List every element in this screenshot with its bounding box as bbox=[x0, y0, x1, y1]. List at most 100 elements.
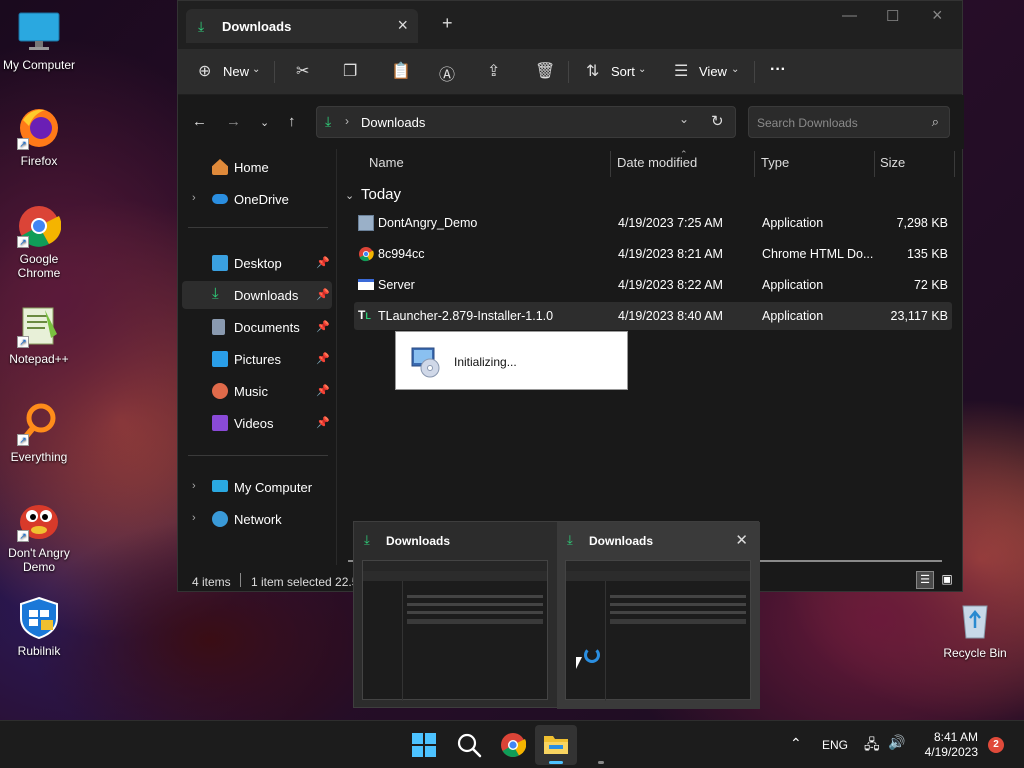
clock-date: 4/19/2023 bbox=[924, 745, 978, 759]
taskbar: ⌃ ENG 🖧 🔊 8:41 AM 4/19/2023 2 bbox=[0, 720, 1024, 768]
language-indicator[interactable]: ENG bbox=[822, 738, 848, 752]
folder-icon bbox=[544, 736, 568, 754]
rename-icon[interactable]: Ⓐ bbox=[439, 61, 455, 85]
chrome-icon[interactable] bbox=[500, 732, 527, 758]
pin-icon[interactable]: 📌 bbox=[316, 320, 330, 333]
desktop-icon-my-computer[interactable]: My Computer bbox=[0, 10, 78, 72]
column-header-name[interactable]: Name bbox=[369, 155, 404, 170]
thumbnail-window-2[interactable]: ⤓ Downloads ✕ bbox=[557, 522, 760, 709]
address-bar[interactable]: ⤓ › Downloads ⌄ ↻ bbox=[316, 106, 736, 138]
close-window-icon[interactable]: × bbox=[932, 5, 943, 26]
tiles-view-icon[interactable]: ▣ bbox=[938, 571, 956, 589]
column-divider[interactable] bbox=[754, 151, 755, 177]
breadcrumb-downloads[interactable]: Downloads bbox=[361, 115, 425, 130]
column-header-size[interactable]: Size bbox=[880, 155, 905, 170]
column-divider[interactable] bbox=[874, 151, 875, 177]
sort-icon[interactable]: ⇅ bbox=[586, 61, 599, 81]
sidebar-item-downloads[interactable]: ⤓ Downloads 📌 bbox=[182, 281, 332, 309]
details-view-icon[interactable]: ☰ bbox=[916, 571, 934, 589]
group-header-today[interactable]: Today bbox=[361, 186, 401, 203]
view-button[interactable]: View bbox=[699, 64, 727, 79]
chevron-down-icon: ⌄ bbox=[252, 64, 261, 75]
pin-icon[interactable]: 📌 bbox=[316, 416, 330, 429]
file-row[interactable]: Server 4/19/2023 8:22 AM Application 72 … bbox=[354, 271, 952, 299]
more-options-button[interactable]: ··· bbox=[770, 61, 786, 79]
column-divider[interactable] bbox=[954, 151, 955, 177]
column-header-date[interactable]: Date modified bbox=[617, 155, 697, 170]
desktop-icon-recycle-bin[interactable]: Recycle Bin bbox=[936, 598, 1014, 660]
show-hidden-icons-icon[interactable]: ⌃ bbox=[790, 735, 802, 752]
refresh-icon[interactable]: ↻ bbox=[711, 112, 724, 130]
paste-icon[interactable]: 📋 bbox=[391, 61, 411, 81]
column-header-type[interactable]: Type bbox=[761, 155, 789, 170]
pin-icon[interactable]: 📌 bbox=[316, 288, 330, 301]
forward-arrow-icon[interactable]: → bbox=[226, 113, 241, 130]
up-arrow-icon[interactable]: ↑ bbox=[288, 113, 296, 130]
maximize-icon[interactable]: ☐ bbox=[886, 7, 899, 25]
new-tab-button[interactable]: + bbox=[442, 13, 453, 34]
desktop-icon-label: My Computer bbox=[2, 58, 76, 72]
installer-initializing-dialog: Initializing... bbox=[395, 331, 628, 390]
sidebar-item-pictures[interactable]: Pictures 📌 bbox=[182, 345, 332, 373]
address-dropdown-icon[interactable]: ⌄ bbox=[679, 112, 689, 126]
notification-badge[interactable]: 2 bbox=[988, 737, 1004, 753]
group-collapse-icon[interactable]: ⌄ bbox=[345, 189, 354, 202]
start-windows-icon[interactable] bbox=[411, 732, 437, 758]
download-arrow-icon: ⤓ bbox=[325, 113, 332, 129]
desktop-icon-firefox[interactable]: ↗ Firefox bbox=[0, 106, 78, 168]
sidebar-item-network[interactable]: › Network bbox=[182, 505, 332, 533]
chevron-down-icon: ⌄ bbox=[731, 64, 740, 75]
desktop-icon-everything[interactable]: ↗ Everything bbox=[0, 402, 78, 464]
pin-icon[interactable]: 📌 bbox=[316, 256, 330, 269]
search-input[interactable]: Search Downloads ⌕ bbox=[748, 106, 950, 138]
chrome-icon bbox=[358, 246, 374, 262]
new-button[interactable]: New bbox=[223, 64, 249, 79]
expand-chevron-icon[interactable]: › bbox=[192, 512, 196, 524]
sort-button[interactable]: Sort bbox=[611, 64, 635, 79]
new-plus-icon[interactable]: ⊕ bbox=[198, 61, 211, 81]
desktop-icon-rubilnik[interactable]: Rubilnik bbox=[0, 596, 78, 658]
toolbar-divider bbox=[274, 61, 275, 83]
sidebar-item-videos[interactable]: Videos 📌 bbox=[182, 409, 332, 437]
sidebar-item-label: Music bbox=[234, 384, 268, 399]
pane-divider[interactable] bbox=[336, 149, 337, 565]
file-type: Chrome HTML Do... bbox=[762, 247, 874, 261]
file-date: 4/19/2023 8:21 AM bbox=[618, 247, 723, 261]
pin-icon[interactable]: 📌 bbox=[316, 352, 330, 365]
volume-icon[interactable]: 🔊 bbox=[888, 734, 905, 751]
sidebar-item-my-computer[interactable]: › My Computer bbox=[182, 473, 332, 501]
desktop-icon-dont-angry[interactable]: ↗ Don't Angry Demo bbox=[0, 498, 78, 574]
sidebar-item-desktop[interactable]: Desktop 📌 bbox=[182, 249, 332, 277]
desktop-icon-chrome[interactable]: ↗ Google Chrome bbox=[0, 204, 78, 280]
expand-chevron-icon[interactable]: › bbox=[192, 192, 196, 204]
app-window-icon bbox=[358, 279, 374, 290]
sidebar-item-home[interactable]: Home bbox=[182, 153, 332, 181]
tab-title: Downloads bbox=[222, 19, 292, 34]
system-clock[interactable]: 8:41 AM 4/19/2023 bbox=[925, 730, 978, 760]
cut-icon[interactable]: ✂ bbox=[296, 61, 309, 81]
back-arrow-icon[interactable]: ← bbox=[192, 113, 207, 130]
sidebar-item-documents[interactable]: Documents 📌 bbox=[182, 313, 332, 341]
view-lines-icon[interactable]: ☰ bbox=[674, 61, 688, 81]
column-divider[interactable] bbox=[610, 151, 611, 177]
network-status-icon[interactable]: 🖧 bbox=[864, 734, 880, 758]
delete-icon[interactable]: 🗑 bbox=[535, 61, 555, 81]
file-row[interactable]: DontAngry_Demo 4/19/2023 7:25 AM Applica… bbox=[354, 209, 952, 237]
file-explorer-taskbar-button[interactable] bbox=[535, 725, 577, 765]
expand-chevron-icon[interactable]: › bbox=[192, 480, 196, 492]
file-row[interactable]: 8c994cc 4/19/2023 8:21 AM Chrome HTML Do… bbox=[354, 240, 952, 268]
sidebar-item-onedrive[interactable]: › OneDrive bbox=[182, 185, 332, 213]
close-tab-icon[interactable]: × bbox=[397, 15, 408, 36]
minimize-icon[interactable]: — bbox=[842, 7, 857, 24]
file-row[interactable]: TL TLauncher-2.879-Installer-1.1.0 4/19/… bbox=[354, 302, 952, 330]
copy-icon[interactable]: ❐ bbox=[343, 61, 357, 81]
share-icon[interactable]: ⇪ bbox=[487, 61, 500, 81]
close-thumbnail-icon[interactable]: ✕ bbox=[735, 531, 748, 549]
desktop-icon-notepadpp[interactable]: ↗ Notepad++ bbox=[0, 304, 78, 366]
sidebar-item-music[interactable]: Music 📌 bbox=[182, 377, 332, 405]
pin-icon[interactable]: 📌 bbox=[316, 384, 330, 397]
recent-chevron-icon[interactable]: ⌄ bbox=[260, 116, 269, 129]
tab-downloads[interactable]: ⤓ Downloads × bbox=[186, 9, 418, 43]
thumbnail-window-1[interactable]: ⤓ Downloads bbox=[354, 522, 557, 709]
search-icon[interactable] bbox=[456, 732, 482, 758]
